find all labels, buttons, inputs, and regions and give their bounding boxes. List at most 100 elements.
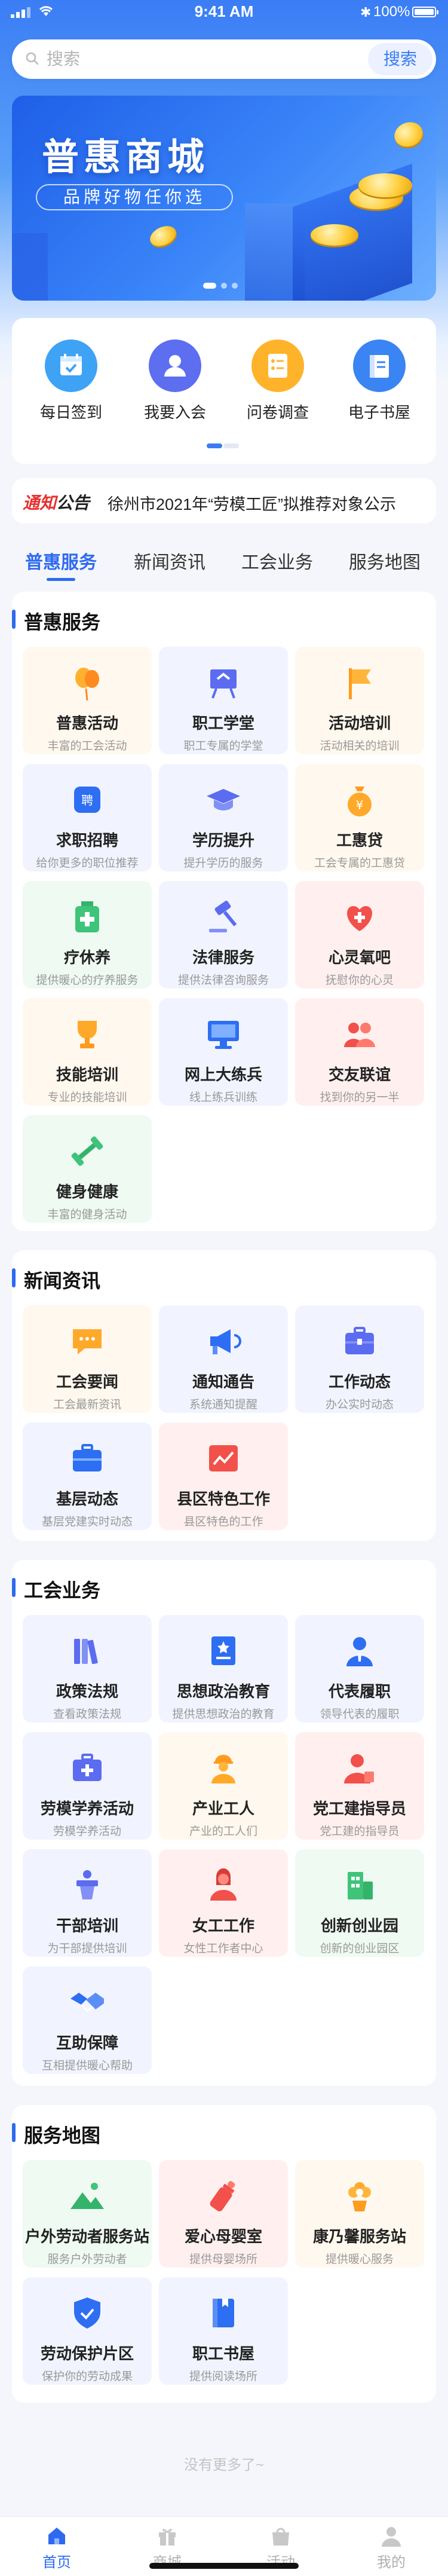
section-title: 新闻资讯	[12, 1266, 100, 1293]
banner-subtitle: 品牌好物任你选	[36, 184, 233, 210]
news-tile[interactable]: 基层动态 基层党建实时动态	[23, 1422, 152, 1530]
union-tile[interactable]: 政策法规 查看政策法规	[23, 1615, 152, 1723]
tab-union[interactable]: 工会业务	[241, 547, 313, 574]
union-tile[interactable]: 互助保障 互相提供暖心帮助	[23, 1966, 152, 2074]
service-tile[interactable]: 心灵氧吧 抚慰你的心灵	[295, 881, 424, 989]
mountain-icon	[66, 2174, 109, 2217]
union-tile[interactable]: 产业工人 产业的工人们	[159, 1732, 288, 1840]
svg-text:聘: 聘	[81, 793, 93, 807]
instructor-icon	[338, 1746, 381, 1789]
map-tile[interactable]: 康乃馨服务站 提供暖心服务	[295, 2160, 424, 2268]
service-tile[interactable]: 学历提升 提升学历的服务	[159, 764, 288, 871]
service-tile[interactable]: 活动培训 活动相关的培训	[295, 647, 424, 754]
checklist-icon	[251, 339, 304, 392]
coin-icon	[311, 224, 358, 246]
service-tile[interactable]: 技能培训 专业的技能培训	[23, 998, 152, 1106]
handshake-icon	[66, 1981, 109, 2024]
representative-icon	[338, 1629, 381, 1672]
tab-home[interactable]: 首页	[21, 2524, 93, 2571]
home-icon	[45, 2524, 69, 2548]
trend-chart-icon	[202, 1437, 245, 1480]
coin-icon	[146, 222, 180, 250]
tab-profile[interactable]: 我的	[355, 2524, 427, 2571]
quick-survey[interactable]: 问卷调查	[233, 339, 323, 423]
document-star-icon	[202, 1629, 245, 1672]
news-tile[interactable]: 工作动态 办公实时动态	[295, 1305, 424, 1413]
banner-title: 普惠商城	[42, 137, 210, 178]
profile-icon	[379, 2524, 403, 2548]
union-tile[interactable]: 创新创业园 创新的创业园区	[295, 1849, 424, 1957]
tab-puhui[interactable]: 普惠服务	[25, 547, 97, 581]
chat-icon	[66, 1320, 109, 1363]
section-union: 工会业务 政策法规 查看政策法规 思想政治教育 提供思想政治的教育 代表履职 领导代表…	[12, 1560, 436, 2086]
no-more-text: 没有更多了~	[183, 2457, 264, 2473]
section-puhui: 普惠服务 普惠活动 丰富的工会活动 职工学堂 职工专属的学堂 活动培训 活动相关的培训…	[12, 592, 436, 1231]
search-bar: 搜索	[12, 39, 436, 79]
notice-bar[interactable]: 通知公告 徐州市2021年“劳模工匠”拟推荐对象公示	[12, 478, 436, 524]
news-tile[interactable]: 工会要闻 工会最新资讯	[23, 1305, 152, 1413]
service-tile[interactable]: 普惠活动 丰富的工会活动	[23, 647, 152, 754]
section-title: 工会业务	[12, 1575, 100, 1603]
union-tile[interactable]: 代表履职 领导代表的履职	[295, 1615, 424, 1723]
balloon-icon	[66, 661, 109, 704]
service-tile[interactable]: 网上大练兵 线上练兵训练	[159, 998, 288, 1106]
tab-map[interactable]: 服务地图	[349, 547, 421, 574]
toolbox-icon	[338, 1320, 381, 1363]
gavel-icon	[202, 895, 245, 938]
union-tile[interactable]: 思想政治教育 提供思想政治的教育	[159, 1615, 288, 1723]
notice-tag: 通知公告	[23, 494, 90, 512]
battery-icon	[412, 7, 438, 17]
flag-icon	[338, 661, 381, 704]
medicine-icon	[66, 895, 109, 938]
service-tile[interactable]: 职工学堂 职工专属的学堂	[159, 647, 288, 754]
svg-text:¥: ¥	[356, 798, 364, 812]
service-tile[interactable]: 法律服务 提供法律咨询服务	[159, 881, 288, 989]
medical-kit-icon	[66, 1746, 109, 1789]
union-tile[interactable]: 劳模学养活动 劳模学养活动	[23, 1732, 152, 1840]
friends-icon	[338, 1012, 381, 1056]
service-tile[interactable]: 聘 求职招聘 给你更多的职位推荐	[23, 764, 152, 871]
section-map: 服务地图 户外劳动者服务站 服务户外劳动者 爱心母婴室 提供母婴场所 康乃馨服务站提…	[12, 2105, 436, 2403]
quick-join[interactable]: 我要入会	[130, 339, 220, 423]
service-tile[interactable]: 疗休养 提供暖心的疗养服务	[23, 881, 152, 989]
quick-checkin[interactable]: 每日签到	[26, 339, 116, 423]
notice-text[interactable]: 徐州市2021年“劳模工匠”拟推荐对象公示	[108, 491, 396, 515]
home-indicator	[149, 2563, 299, 2569]
section-title: 服务地图	[12, 2121, 100, 2148]
quick-label: 我要入会	[143, 403, 206, 421]
map-tile[interactable]: 劳动保护片区 保护你的劳动成果	[23, 2277, 152, 2385]
book-icon	[202, 2292, 245, 2335]
monitor-icon	[202, 1012, 245, 1056]
tab-news[interactable]: 新闻资讯	[134, 547, 205, 574]
quick-label: 问卷调查	[246, 403, 309, 421]
baby-bottle-icon	[202, 2174, 245, 2217]
quick-label: 电子书屋	[348, 403, 410, 421]
coin-icon	[391, 118, 426, 151]
news-tile[interactable]: 通知通告 系统通知提醒	[159, 1305, 288, 1413]
podium-icon	[66, 1864, 109, 1907]
quick-ebook[interactable]: 电子书屋	[335, 339, 424, 423]
map-tile[interactable]: 爱心母婴室 提供母婴场所	[159, 2160, 288, 2268]
union-tile[interactable]: 女工工作 女性工作者中心	[159, 1849, 288, 1957]
news-tile[interactable]: 县区特色工作 县区特色的工作	[159, 1422, 288, 1530]
promo-banner[interactable]: 普惠商城 品牌好物任你选	[12, 96, 436, 301]
calendar-icon	[45, 339, 97, 392]
section-news: 新闻资讯 工会要闻 工会最新资讯 通知通告 系统通知提醒 工作动态 办公实时动态 基层…	[12, 1250, 436, 1541]
union-tile[interactable]: 党工建指导员 党工建的指导员	[295, 1732, 424, 1840]
search-icon	[26, 52, 39, 65]
carousel-indicator	[203, 281, 243, 292]
service-tile[interactable]: ¥ 工惠贷 工会专属的工惠贷	[295, 764, 424, 871]
books-icon	[66, 1629, 109, 1672]
search-input[interactable]	[47, 47, 357, 72]
bag-icon	[269, 2524, 293, 2548]
map-tile[interactable]: 职工书屋 提供阅读场所	[159, 2277, 288, 2385]
quick-label: 每日签到	[39, 403, 102, 421]
search-button[interactable]: 搜索	[368, 43, 432, 75]
service-tile[interactable]: 交友联谊 找到你的另一半	[295, 998, 424, 1106]
shield-icon	[66, 2292, 109, 2335]
union-tile[interactable]: 干部培训 为干部提供培训	[23, 1849, 152, 1957]
service-tile[interactable]: 健身健康 丰富的健身活动	[23, 1115, 152, 1223]
quick-actions: 每日签到 我要入会 问卷调查 电子书屋	[12, 318, 436, 464]
graduation-cap-icon	[202, 778, 245, 821]
map-tile[interactable]: 户外劳动者服务站 服务户外劳动者	[23, 2160, 152, 2268]
